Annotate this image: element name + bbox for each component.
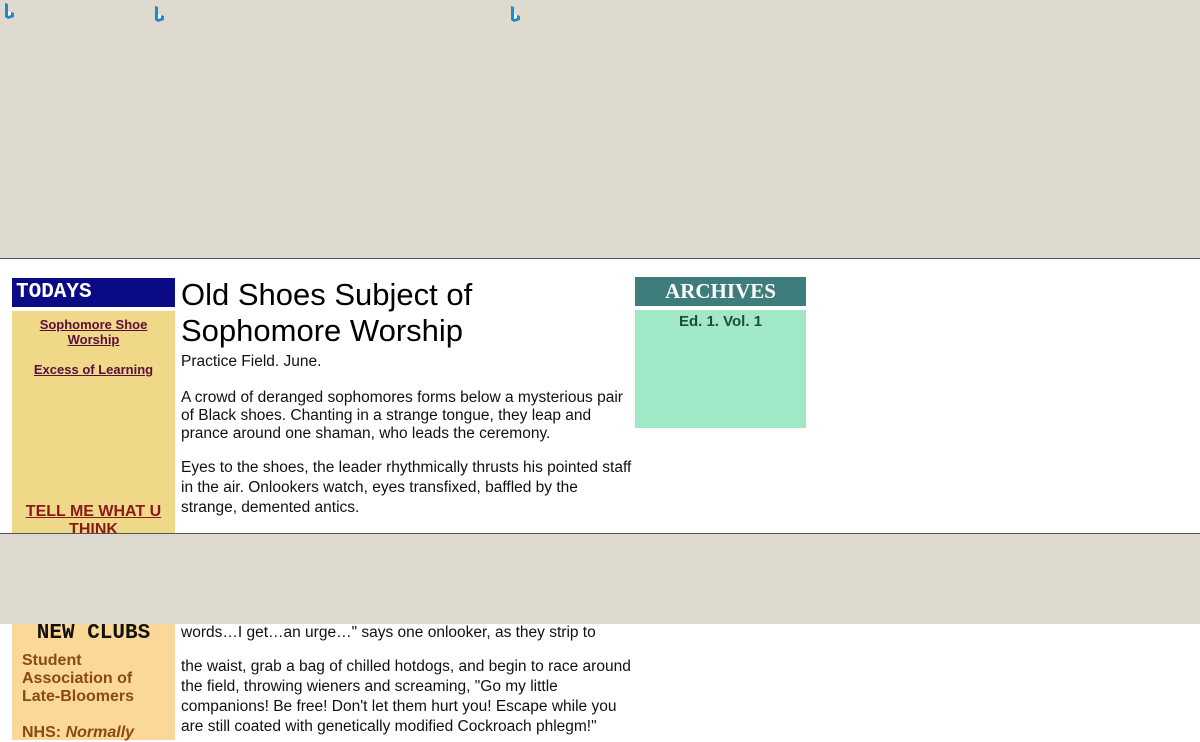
todays-heading: TODAYS bbox=[12, 278, 175, 307]
club-item: Student Association of Late-Bloomers bbox=[22, 652, 135, 705]
article-paragraph: Eyes to the shoes, the leader rhythmical… bbox=[181, 459, 632, 516]
article-paragraph: words…I get…an urge…" says one onlooker,… bbox=[181, 624, 596, 641]
page-content: TODAYS Sophomore Shoe Worship Excess of … bbox=[0, 259, 1200, 742]
new-clubs-panel: NEW CLUBS Student Association of Late-Bl… bbox=[12, 619, 175, 742]
new-clubs-heading: NEW CLUBS bbox=[36, 622, 151, 645]
archives-heading: ARCHIVES bbox=[635, 277, 806, 306]
archives-panel: Ed. 1. Vol. 1 bbox=[635, 310, 806, 428]
bing-b-icon[interactable] bbox=[152, 5, 168, 23]
todays-panel: Sophomore Shoe Worship Excess of Learnin… bbox=[12, 311, 175, 541]
bing-b-icon[interactable] bbox=[2, 2, 18, 20]
article-paragraph: the waist, grab a bag of chilled hotdogs… bbox=[181, 658, 631, 735]
bing-b-icon[interactable] bbox=[508, 5, 524, 23]
club-item: NHS: Normally bbox=[22, 724, 172, 742]
article-headline: Old Shoes Subject of Sophomore Worship bbox=[181, 277, 473, 348]
overlay-ad-band bbox=[0, 533, 1200, 624]
link-excess-of-learning[interactable]: Excess of Learning bbox=[12, 362, 175, 377]
club-item-label: NHS: Normally bbox=[22, 724, 135, 741]
top-ad-band bbox=[0, 0, 1200, 259]
article-dateline: Practice Field. June. bbox=[181, 353, 322, 370]
archive-edition-link[interactable]: Ed. 1. Vol. 1 bbox=[635, 313, 806, 330]
article-paragraph: A crowd of deranged sophomores forms bel… bbox=[181, 389, 623, 442]
link-sophomore-shoe-worship[interactable]: Sophomore Shoe Worship bbox=[26, 317, 161, 347]
